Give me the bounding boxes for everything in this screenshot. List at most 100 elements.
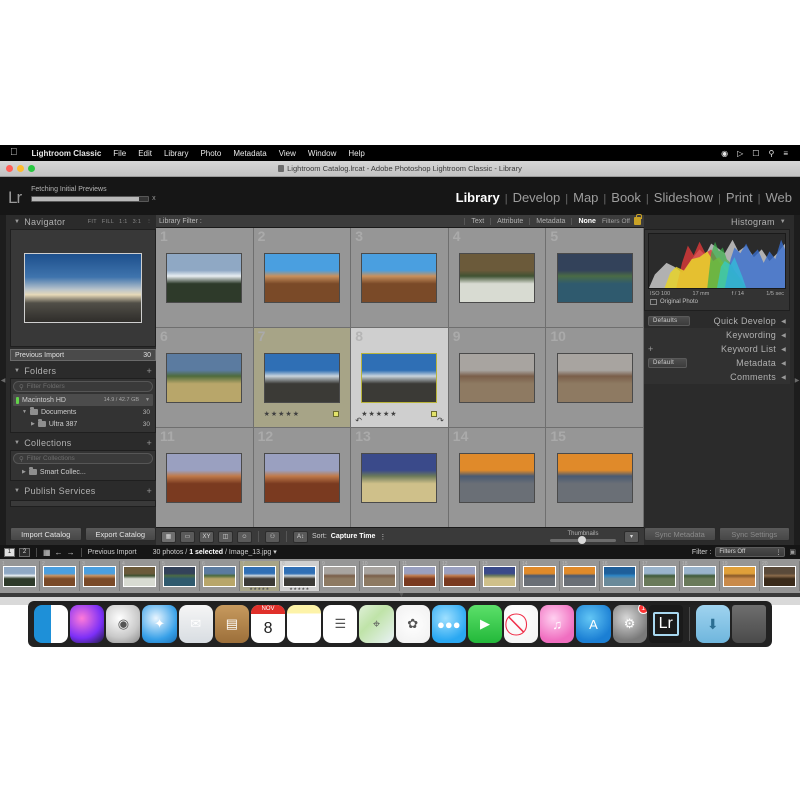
filmstrip-cell[interactable]: 16 <box>600 561 640 591</box>
slider-knob[interactable] <box>577 536 586 544</box>
collection-row-smart[interactable]: ▶ Smart Collec... <box>13 466 153 478</box>
notes-icon[interactable] <box>287 605 322 643</box>
filmstrip-cell[interactable]: 1 <box>0 561 40 591</box>
filmstrip-thumbnail[interactable] <box>443 565 476 587</box>
sort-az-icon[interactable]: A↕ <box>293 530 308 543</box>
filmstrip-thumbnail[interactable] <box>723 565 756 587</box>
add-keyword-button[interactable]: + <box>648 344 654 354</box>
grid-cell[interactable]: 10 <box>546 328 644 428</box>
grid-icon[interactable]: ▦ <box>43 548 51 557</box>
grid-cell[interactable]: 2 <box>253 228 352 328</box>
chevron-down-icon[interactable]: ▼ <box>780 219 786 225</box>
filmstrip-cell[interactable]: 13 <box>480 561 520 591</box>
chevron-down-icon[interactable]: ▼ <box>14 219 20 225</box>
filmstrip-cell[interactable]: 7 ★★★★★ <box>240 561 280 591</box>
loupe-view-icon[interactable]: ▭ <box>180 530 195 543</box>
filmstrip-cell[interactable]: 15 <box>560 561 600 591</box>
color-label-badge[interactable] <box>430 411 437 417</box>
add-publish-service-button[interactable]: + <box>146 486 152 496</box>
compare-view-icon[interactable]: XY <box>199 530 214 543</box>
chevron-left-icon[interactable]: ◀ <box>781 318 786 325</box>
filmstrip-thumbnail[interactable] <box>403 565 436 587</box>
filter-tab-metadata[interactable]: Metadata <box>529 217 571 225</box>
arrow-left-icon[interactable]: ← <box>55 548 63 557</box>
import-catalog-button[interactable]: Import Catalog <box>10 527 82 541</box>
cell-thumbnail[interactable] <box>166 452 243 503</box>
filmstrip-thumbnail[interactable] <box>163 565 196 587</box>
arrow-right-icon[interactable]: → <box>67 548 75 557</box>
cell-thumbnail[interactable] <box>263 352 340 403</box>
cell-thumbnail[interactable] <box>166 252 243 303</box>
filmstrip-thumbnail[interactable] <box>123 565 156 587</box>
folder-row-ultra387[interactable]: ▶ Ultra 387 30 <box>13 418 153 430</box>
messages-icon[interactable]: ●●● <box>431 605 466 643</box>
contacts-icon[interactable]: ▤ <box>214 605 249 643</box>
filmstrip-cell[interactable]: 4 <box>120 561 160 591</box>
launchpad-icon[interactable]: ◉ <box>106 605 141 643</box>
module-slideshow[interactable]: Slideshow <box>654 190 713 205</box>
source-row-previous-import[interactable]: Previous Import 30 <box>10 349 156 361</box>
filmstrip-cell[interactable]: 11 <box>400 561 440 591</box>
music-icon[interactable]: ♫ <box>540 605 575 643</box>
safari-icon[interactable]: ✦ <box>142 605 177 643</box>
chevron-down-icon[interactable]: ▼ <box>145 397 150 403</box>
grid-cell[interactable]: 12 <box>253 428 352 527</box>
menu-item-photo[interactable]: Photo <box>194 149 227 158</box>
grid-cell[interactable]: 14 <box>448 428 547 527</box>
module-map[interactable]: Map <box>573 190 598 205</box>
collections-filter-input[interactable]: ⚲ Filter Collections <box>13 453 153 464</box>
star-rating[interactable]: ★★★★★ <box>264 410 300 418</box>
export-catalog-button[interactable]: Export Catalog <box>84 527 156 541</box>
system-preferences-icon[interactable]: ⚙ 1 <box>612 605 647 643</box>
folder-volume-row[interactable]: Macintosh HD 14.9 / 42.7 GB ▼ <box>13 394 153 406</box>
toolbar-options-icon[interactable]: ▾ <box>624 530 639 543</box>
grid-view-icon[interactable]: ▦ <box>161 530 176 543</box>
cell-thumbnail[interactable] <box>361 352 438 403</box>
color-label-badge[interactable] <box>333 411 340 417</box>
filmstrip-cell[interactable]: 17 <box>640 561 680 591</box>
finder-icon[interactable] <box>34 605 69 643</box>
cell-thumbnail[interactable] <box>361 252 438 303</box>
menu-app-name[interactable]: Lightroom Classic <box>26 149 108 158</box>
chevron-right-icon[interactable]: ▶ <box>31 421 35 427</box>
downloads-folder-icon[interactable]: ⬇ <box>695 605 730 643</box>
grid-cell[interactable]: 13 <box>351 428 449 527</box>
add-collection-button[interactable]: + <box>146 438 152 448</box>
lightroom-icon[interactable]: Lr <box>648 605 683 643</box>
filmstrip-thumbnail[interactable] <box>363 565 396 587</box>
filmstrip-thumbnail[interactable] <box>483 565 516 587</box>
add-folder-button[interactable]: + <box>146 366 152 376</box>
sync-settings-button[interactable]: Sync Settings <box>718 527 790 541</box>
comments-header[interactable]: Comments ◀ <box>644 370 790 384</box>
module-book[interactable]: Book <box>611 190 641 205</box>
cell-thumbnail[interactable] <box>459 252 536 303</box>
grid-cell[interactable]: 8 ★★★★★ ↶ ↷ <box>351 328 449 428</box>
filter-tab-attribute[interactable]: Attribute <box>490 217 529 225</box>
left-panel-scrollbar[interactable] <box>10 500 156 507</box>
navigator-zoom-chevron-icon[interactable]: ⋮ <box>146 219 152 225</box>
cell-thumbnail[interactable] <box>556 352 633 403</box>
cell-thumbnail[interactable] <box>361 452 438 503</box>
filmstrip-dropdown-icon[interactable]: ▾ <box>273 549 277 556</box>
cell-thumbnail[interactable] <box>263 452 340 503</box>
lock-icon[interactable] <box>634 214 642 225</box>
menu-item-view[interactable]: View <box>273 149 302 158</box>
chevron-left-icon[interactable]: ◀ <box>781 360 786 367</box>
filmstrip-cell[interactable]: 14 <box>520 561 560 591</box>
filmstrip-cell[interactable]: 6 <box>200 561 240 591</box>
filmstrip-thumbnail[interactable] <box>563 565 596 587</box>
right-panel-collapse-handle[interactable]: ▶ <box>794 215 800 545</box>
module-develop[interactable]: Develop <box>513 190 561 205</box>
filmstrip-thumbnail[interactable] <box>683 565 716 587</box>
filmstrip-cell[interactable]: 3 <box>80 561 120 591</box>
filter-tab-text[interactable]: Text <box>464 217 490 225</box>
grid-cell[interactable]: 7 ★★★★★ <box>253 328 352 428</box>
filmstrip-filter-select[interactable]: Filters Off ⋮ <box>715 547 786 557</box>
quick-develop-preset[interactable]: Defaults <box>648 316 691 326</box>
filmstrip-thumbnail[interactable] <box>643 565 676 587</box>
mail-icon[interactable]: ✉ <box>178 605 213 643</box>
maps-icon[interactable]: ⌖ <box>359 605 394 643</box>
folders-filter-input[interactable]: ⚲ Filter Folders <box>13 381 153 392</box>
checkbox-icon[interactable] <box>650 299 657 305</box>
filmstrip-cell[interactable]: 12 <box>440 561 480 591</box>
